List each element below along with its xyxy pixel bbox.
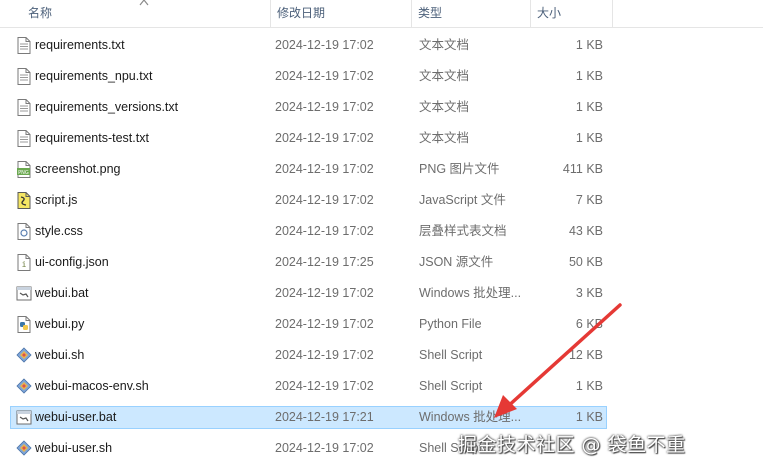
file-row[interactable]: i ui-config.json 2024-12-19 17:25 JSON 源文件 5… <box>10 251 607 274</box>
file-size: 7 KB <box>575 193 603 207</box>
file-size: 3 KB <box>575 286 603 300</box>
file-name: webui.sh <box>35 348 85 362</box>
file-name: ui-config.json <box>35 255 109 269</box>
file-name: requirements_npu.txt <box>35 69 153 83</box>
file-size: 50 KB <box>568 255 603 269</box>
column-header-size[interactable]: 大小 <box>531 0 613 27</box>
file-type: 文本文档 <box>419 131 470 145</box>
file-size: 1 KB <box>575 100 603 114</box>
file-size: 43 KB <box>568 224 603 238</box>
file-name: requirements_versions.txt <box>35 100 179 114</box>
png-file-icon: PNG <box>16 161 32 178</box>
file-row[interactable]: requirements.txt 2024-12-19 17:02 文本文档 1 KB <box>10 34 607 57</box>
file-size: 1 KB <box>575 410 603 424</box>
svg-text:i: i <box>22 260 27 269</box>
file-type: 文本文档 <box>419 100 470 114</box>
shell-script-icon <box>16 440 32 457</box>
file-name: script.js <box>35 193 78 207</box>
column-header-type[interactable]: 类型 <box>412 0 531 27</box>
file-row[interactable]: style.css 2024-12-19 17:02 层叠样式表文档 43 KB <box>10 220 607 243</box>
file-name: webui.bat <box>35 286 89 300</box>
file-modified-date: 2024-12-19 17:02 <box>275 224 374 238</box>
file-name: requirements.txt <box>35 38 125 52</box>
file-row[interactable]: webui.py 2024-12-19 17:02 Python File 6 KB <box>10 313 607 336</box>
file-row[interactable]: script.js 2024-12-19 17:02 JavaScript 文件 7 … <box>10 189 607 212</box>
file-explorer: 名称 修改日期 类型 大小 requirements.txt 2024-12-19… <box>0 0 763 476</box>
column-header-name[interactable]: 名称 <box>22 0 271 27</box>
file-modified-date: 2024-12-19 17:02 <box>275 100 374 114</box>
json-file-icon: i <box>16 254 32 271</box>
file-row[interactable]: requirements_npu.txt 2024-12-19 17:02 文本文档… <box>10 65 607 88</box>
file-modified-date: 2024-12-19 17:02 <box>275 286 374 300</box>
file-modified-date: 2024-12-19 17:02 <box>275 379 374 393</box>
file-name: style.css <box>35 224 83 238</box>
file-size: 1 KB <box>575 69 603 83</box>
file-modified-date: 2024-12-19 17:02 <box>275 193 374 207</box>
text-file-icon <box>16 99 32 116</box>
file-type: JSON 源文件 <box>419 255 494 269</box>
batch-file-icon <box>16 285 32 302</box>
file-name: webui-macos-env.sh <box>35 379 149 393</box>
file-modified-date: 2024-12-19 17:02 <box>275 69 374 83</box>
file-type: Windows 批处理... <box>419 410 522 424</box>
file-type: JavaScript 文件 <box>419 193 506 207</box>
file-size: 411 KB <box>562 162 603 176</box>
file-name: webui-user.bat <box>35 410 117 424</box>
file-modified-date: 2024-12-19 17:02 <box>275 441 374 455</box>
file-modified-date: 2024-12-19 17:02 <box>275 131 374 145</box>
file-type: 层叠样式表文档 <box>419 224 507 238</box>
column-header-bar: 名称 修改日期 类型 大小 <box>0 0 763 28</box>
file-modified-date: 2024-12-19 17:02 <box>275 317 374 331</box>
file-size: 1 KB <box>575 131 603 145</box>
file-type: PNG 图片文件 <box>419 162 500 176</box>
batch-file-icon <box>16 409 32 426</box>
file-size: 1 KB <box>575 379 603 393</box>
file-row[interactable]: requirements_versions.txt 2024-12-19 17:0… <box>10 96 607 119</box>
file-type: 文本文档 <box>419 38 470 52</box>
shell-script-icon <box>16 347 32 364</box>
file-type: Shell Script <box>419 348 483 362</box>
file-name: requirements-test.txt <box>35 131 149 145</box>
javascript-file-icon <box>16 192 32 209</box>
file-modified-date: 2024-12-19 17:02 <box>275 38 374 52</box>
file-size: 12 KB <box>568 348 603 362</box>
file-modified-date: 2024-12-19 17:21 <box>275 410 374 424</box>
file-type: 文本文档 <box>419 69 470 83</box>
text-file-icon <box>16 37 32 54</box>
file-type: Shell Script <box>419 379 483 393</box>
file-size: 1 KB <box>575 38 603 52</box>
file-row[interactable]: webui-user.bat 2024-12-19 17:21 Windows 批处… <box>10 406 607 429</box>
css-file-icon <box>16 223 32 240</box>
file-name: webui.py <box>35 317 85 331</box>
file-row[interactable]: PNG screenshot.png 2024-12-19 17:02 PNG 图片文… <box>10 158 607 181</box>
svg-text:PNG: PNG <box>18 170 29 176</box>
text-file-icon <box>16 130 32 147</box>
shell-script-icon <box>16 378 32 395</box>
file-name: webui-user.sh <box>35 441 113 455</box>
text-file-icon <box>16 68 32 85</box>
file-row[interactable]: webui.bat 2024-12-19 17:02 Windows 批处理... 3… <box>10 282 607 305</box>
column-header-date[interactable]: 修改日期 <box>271 0 412 27</box>
file-type: Python File <box>419 317 482 331</box>
file-size: 6 KB <box>575 317 603 331</box>
file-modified-date: 2024-12-19 17:25 <box>275 255 374 269</box>
python-file-icon <box>16 316 32 333</box>
file-row[interactable]: webui-macos-env.sh 2024-12-19 17:02 Shell … <box>10 375 607 398</box>
file-modified-date: 2024-12-19 17:02 <box>275 162 374 176</box>
file-name: screenshot.png <box>35 162 121 176</box>
file-row[interactable]: requirements-test.txt 2024-12-19 17:02 文本文… <box>10 127 607 150</box>
file-modified-date: 2024-12-19 17:02 <box>275 348 374 362</box>
watermark-text: 掘金技术社区 @ 袋鱼不重 <box>458 434 686 456</box>
file-type: Windows 批处理... <box>419 286 522 300</box>
file-row[interactable]: webui.sh 2024-12-19 17:02 Shell Script 12 K… <box>10 344 607 367</box>
